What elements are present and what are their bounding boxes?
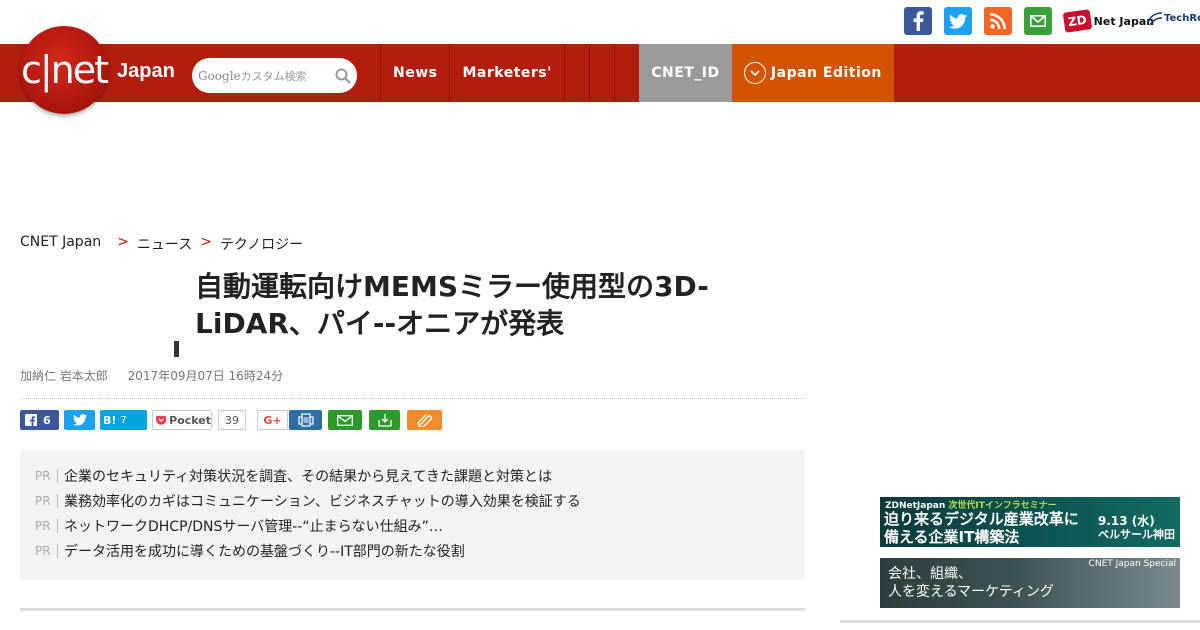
pr-item[interactable]: PR 企業のセキュリティ対策状況を調査、その結果から見えてきた課題と対策とは: [35, 465, 552, 487]
nav-menu: News Marketers' CNET_ID Japan Edition: [380, 44, 894, 102]
top-utility-bar: ZD Net Japan TechRep: [0, 0, 1200, 44]
facebook-icon: [25, 414, 37, 426]
mail-share-button[interactable]: [328, 410, 362, 430]
google-plus-button[interactable]: G+: [257, 410, 288, 430]
search-placeholder-text: カスタム検索: [240, 69, 307, 83]
nav-item-empty[interactable]: [563, 44, 589, 102]
search-input[interactable]: Googleカスタム検索: [192, 58, 357, 93]
logo-japan-label[interactable]: Japan: [117, 60, 175, 83]
search-placeholder: Googleカスタム検索: [198, 68, 335, 84]
breadcrumb-home[interactable]: CNET Japan: [20, 234, 101, 254]
pr-item-text[interactable]: ネットワークDHCP/DNSサーバ管理--“止まらない仕組み”を実現するにはどう…: [64, 516, 449, 536]
pr-tag: PR: [35, 469, 58, 483]
twitter-icon[interactable]: [944, 7, 972, 35]
content-divider: [20, 608, 805, 611]
pr-item-text[interactable]: 業務効率化のカギはコミュニケーション、ビジネスチャットの導入効果を検証する: [64, 491, 581, 511]
edition-label: Japan Edition: [770, 65, 882, 81]
nav-item-empty[interactable]: [613, 44, 639, 102]
download-icon: [377, 414, 392, 427]
pocket-label: Pocket: [169, 413, 211, 427]
hatena-label: B!: [103, 413, 117, 427]
pocket-count: 39: [218, 410, 246, 430]
seminar-banner[interactable]: ZDNetJapan 次世代ITインフラセミナー 迫り来るデジタル産業改革に 備…: [880, 497, 1180, 547]
google-plus-label: G+: [263, 413, 282, 427]
pr-tag: PR: [35, 519, 58, 533]
pr-item-text[interactable]: データ活用を成功に導くための基盤づくり--IT部門の新たな役割: [64, 541, 465, 561]
twitter-share-button[interactable]: [64, 410, 95, 430]
techrep-logo-icon: [1147, 12, 1163, 26]
breadcrumb-separator: >: [200, 234, 212, 250]
print-button[interactable]: [289, 410, 322, 430]
mail-icon[interactable]: [1024, 7, 1052, 35]
hatena-bookmark-button[interactable]: B! 7: [100, 410, 147, 430]
special-banner-title: 会社、組織、 人を変えるマーケティング: [888, 565, 1054, 601]
article-title: 自動運転向けMEMSミラー使用型の3D-LiDAR、パイ--オニアが発表: [195, 270, 709, 340]
pr-item[interactable]: PR ネットワークDHCP/DNSサーバ管理--“止まらない仕組み”を実現するに…: [35, 515, 449, 537]
seminar-banner-date: 9.13 (水) ベルサール神田: [1098, 514, 1175, 542]
sidebar-divider: [840, 620, 1200, 623]
pr-item[interactable]: PR データ活用を成功に導くための基盤づくり--IT部門の新たな役割: [35, 540, 465, 562]
nav-item-news[interactable]: News: [380, 44, 449, 102]
breadcrumb: CNET Japan > ニュース > テクノロジー: [20, 234, 303, 254]
seminar-title-line2: 備える企業IT構築法: [884, 528, 1020, 546]
facebook-icon[interactable]: [904, 7, 932, 35]
breadcrumb-level2[interactable]: テクノロジー: [220, 234, 303, 254]
pr-item-text[interactable]: 企業のセキュリティ対策状況を調査、その結果から見えてきた課題と対策とは: [64, 466, 552, 486]
edition-selector[interactable]: Japan Edition: [731, 44, 894, 102]
techrep-label: TechRep: [1164, 12, 1200, 24]
hatena-count: 7: [120, 414, 127, 426]
facebook-share-button[interactable]: 6: [20, 410, 59, 430]
paperclip-icon: [417, 414, 432, 427]
google-brand: Google: [198, 68, 241, 83]
pr-tag: PR: [35, 494, 58, 508]
rss-icon[interactable]: [984, 7, 1012, 35]
zdnet-japan-link[interactable]: ZD Net Japan: [1062, 8, 1154, 34]
pr-tag: PR: [35, 544, 58, 558]
print-icon: [297, 413, 314, 427]
zdnet-logo-badge: ZD: [1062, 9, 1092, 33]
special-banner[interactable]: CNET Japan Special 会社、組織、 人を変えるマーケティング: [880, 558, 1180, 608]
pr-item[interactable]: PR 業務効率化のカギはコミュニケーション、ビジネスチャットの導入効果を検証する: [35, 490, 581, 512]
breadcrumb-level1[interactable]: ニュース: [137, 234, 192, 254]
save-button[interactable]: [369, 410, 400, 430]
facebook-share-count: 6: [43, 413, 51, 427]
search-icon[interactable]: [335, 68, 351, 84]
mail-icon: [337, 414, 353, 426]
pr-box: PR 企業のセキュリティ対策状況を調査、その結果から見えてきた課題と対策とは P…: [20, 450, 805, 580]
pocket-icon: [156, 415, 167, 425]
copy-link-button[interactable]: [407, 410, 442, 430]
seminar-banner-title: 迫り来るデジタル産業改革に 備える企業IT構築法: [884, 510, 1079, 546]
seminar-venue: ベルサール神田: [1098, 528, 1175, 541]
text-cursor-mark: [174, 341, 179, 357]
special-title-line2: 人を変えるマーケティング: [888, 584, 1054, 600]
breadcrumb-separator: >: [117, 234, 129, 250]
article-byline: 加納仁 岩本太郎 2017年09月07日 16時24分: [20, 367, 299, 384]
seminar-date: 9.13 (水): [1098, 514, 1155, 528]
article-date: 2017年09月07日 16時24分: [127, 369, 284, 383]
pocket-button[interactable]: Pocket: [152, 410, 212, 430]
special-title-line1: 会社、組織、: [888, 566, 972, 582]
nav-item-empty[interactable]: [588, 44, 614, 102]
chevron-down-circle-icon: [743, 62, 766, 84]
seminar-title-line1: 迫り来るデジタル産業改革に: [884, 510, 1079, 528]
article-author[interactable]: 加納仁 岩本太郎: [20, 369, 108, 383]
special-banner-tag: CNET Japan Special: [1088, 559, 1176, 569]
cnet-logo-text: c|net: [20, 48, 109, 92]
cnet-logo[interactable]: c|net: [20, 26, 109, 114]
techrepublic-link[interactable]: TechRep: [1146, 10, 1200, 26]
twitter-icon: [72, 414, 87, 426]
nav-item-marketers[interactable]: Marketers': [449, 44, 563, 102]
byline-divider: [20, 398, 805, 399]
nav-item-cnet-id[interactable]: CNET_ID: [638, 44, 732, 102]
